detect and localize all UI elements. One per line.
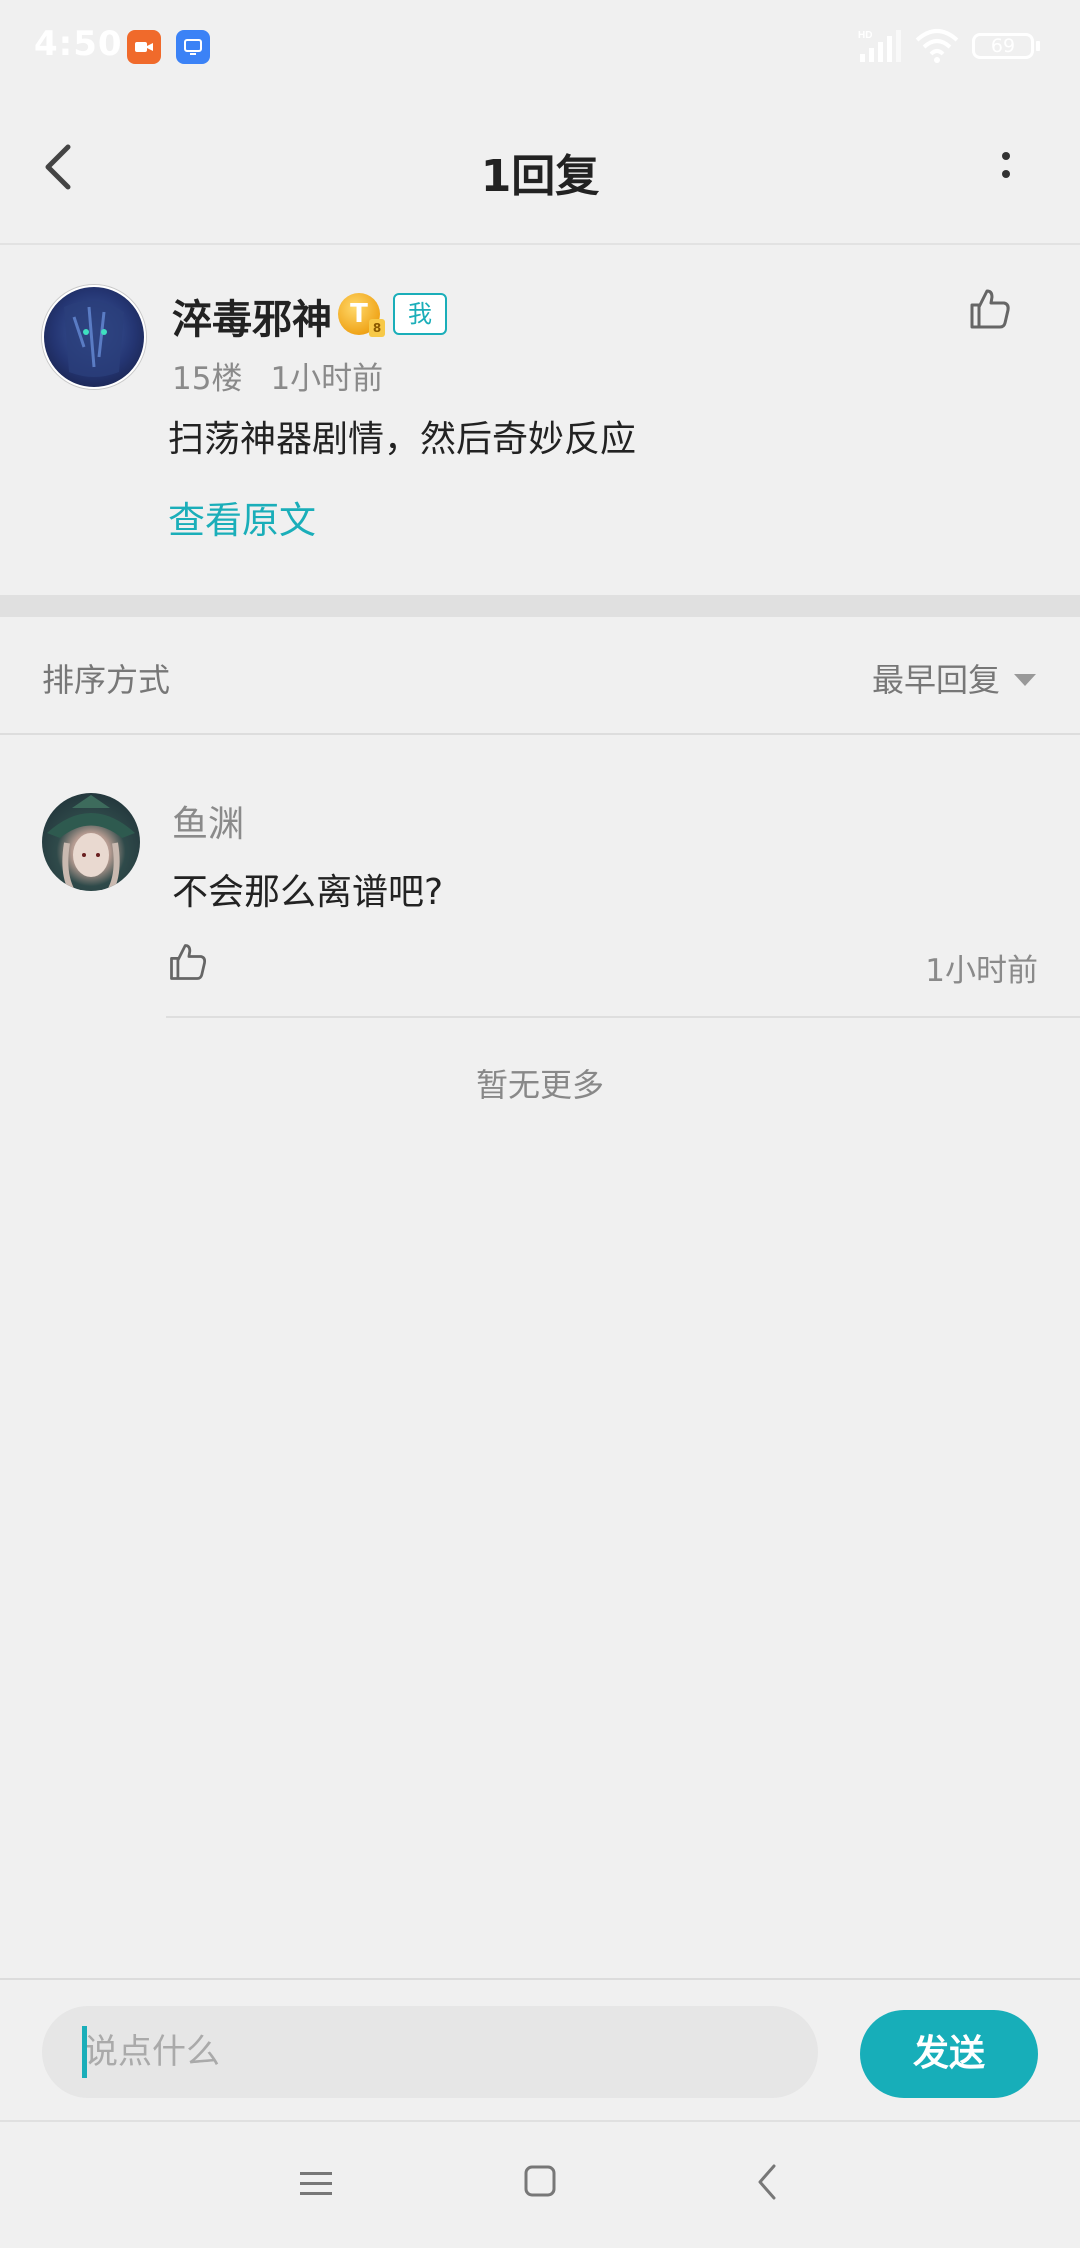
comment-input[interactable]: 说点什么 xyxy=(42,2006,818,2098)
send-button[interactable]: 发送 xyxy=(860,2010,1038,2098)
vertical-dots-icon xyxy=(1002,170,1010,178)
battery-icon: 69 xyxy=(972,33,1034,59)
header: 1回复 xyxy=(0,95,1080,245)
avatar[interactable] xyxy=(42,793,140,891)
page-title: 1回复 xyxy=(480,151,600,202)
post-content: 扫荡神器剧情，然后奇妙反应 xyxy=(168,419,637,460)
comment-bar: 说点什么 发送 xyxy=(0,1978,1080,2122)
back-icon[interactable] xyxy=(752,2162,782,2202)
level-sub-badge: 8 xyxy=(369,319,385,337)
wifi-icon xyxy=(915,29,959,63)
reply-username[interactable]: 鱼渊 xyxy=(172,795,244,847)
video-app-icon xyxy=(127,30,161,64)
comment-placeholder: 说点什么 xyxy=(84,2032,220,2072)
me-badge: 我 xyxy=(393,293,447,335)
caret-down-icon xyxy=(1014,674,1036,686)
reply-item: 鱼渊 不会那么离谱吧? 1小时前 xyxy=(0,735,1080,1018)
view-original-link[interactable]: 查看原文 xyxy=(168,490,316,544)
thumbs-up-icon xyxy=(170,944,207,980)
reply-content: 不会那么离谱吧? xyxy=(172,872,444,913)
svg-text:HD: HD xyxy=(858,30,872,41)
sort-selected-value: 最早回复 xyxy=(871,661,1000,699)
original-post: 淬毒邪神 T 8 我 15楼 1小时前 扫荡神器剧情，然后奇妙反应 查看原文 xyxy=(0,245,1080,595)
battery-nub xyxy=(1036,41,1040,51)
more-button[interactable] xyxy=(986,140,1026,200)
no-more-label: 暂无更多 xyxy=(475,1066,604,1104)
home-icon[interactable] xyxy=(523,2164,557,2198)
post-time: 1小时前 xyxy=(270,361,384,397)
sort-label: 排序方式 xyxy=(42,661,171,699)
menu-icon[interactable] xyxy=(298,2166,334,2202)
like-button[interactable] xyxy=(966,285,1014,333)
vertical-dots-icon xyxy=(1002,152,1010,160)
system-nav-bar xyxy=(0,2120,1080,2248)
sort-dropdown[interactable]: 最早回复 xyxy=(872,655,1036,701)
section-divider xyxy=(0,595,1080,617)
post-meta: 15楼 1小时前 xyxy=(172,353,383,398)
hd-signal-icon: HD xyxy=(858,30,901,62)
screen-app-icon xyxy=(176,30,210,64)
reply-like-button[interactable] xyxy=(166,940,210,984)
status-time: 4:50 xyxy=(34,24,123,64)
text-cursor xyxy=(82,2026,87,2078)
status-bar: 4:50 HD 69 xyxy=(0,0,1080,95)
floor-label: 15楼 xyxy=(172,361,243,397)
post-username[interactable]: 淬毒邪神 xyxy=(172,287,332,345)
reply-divider xyxy=(166,1016,1080,1018)
page: 4:50 HD 69 1回复 淬毒邪神 T 8 我 15楼 1小时前 扫荡神器剧… xyxy=(0,0,1080,2248)
reply-time: 1小时前 xyxy=(925,953,1038,989)
thumbs-up-icon xyxy=(970,289,1010,329)
sort-bar: 排序方式 最早回复 xyxy=(0,617,1080,735)
avatar[interactable] xyxy=(42,285,146,389)
